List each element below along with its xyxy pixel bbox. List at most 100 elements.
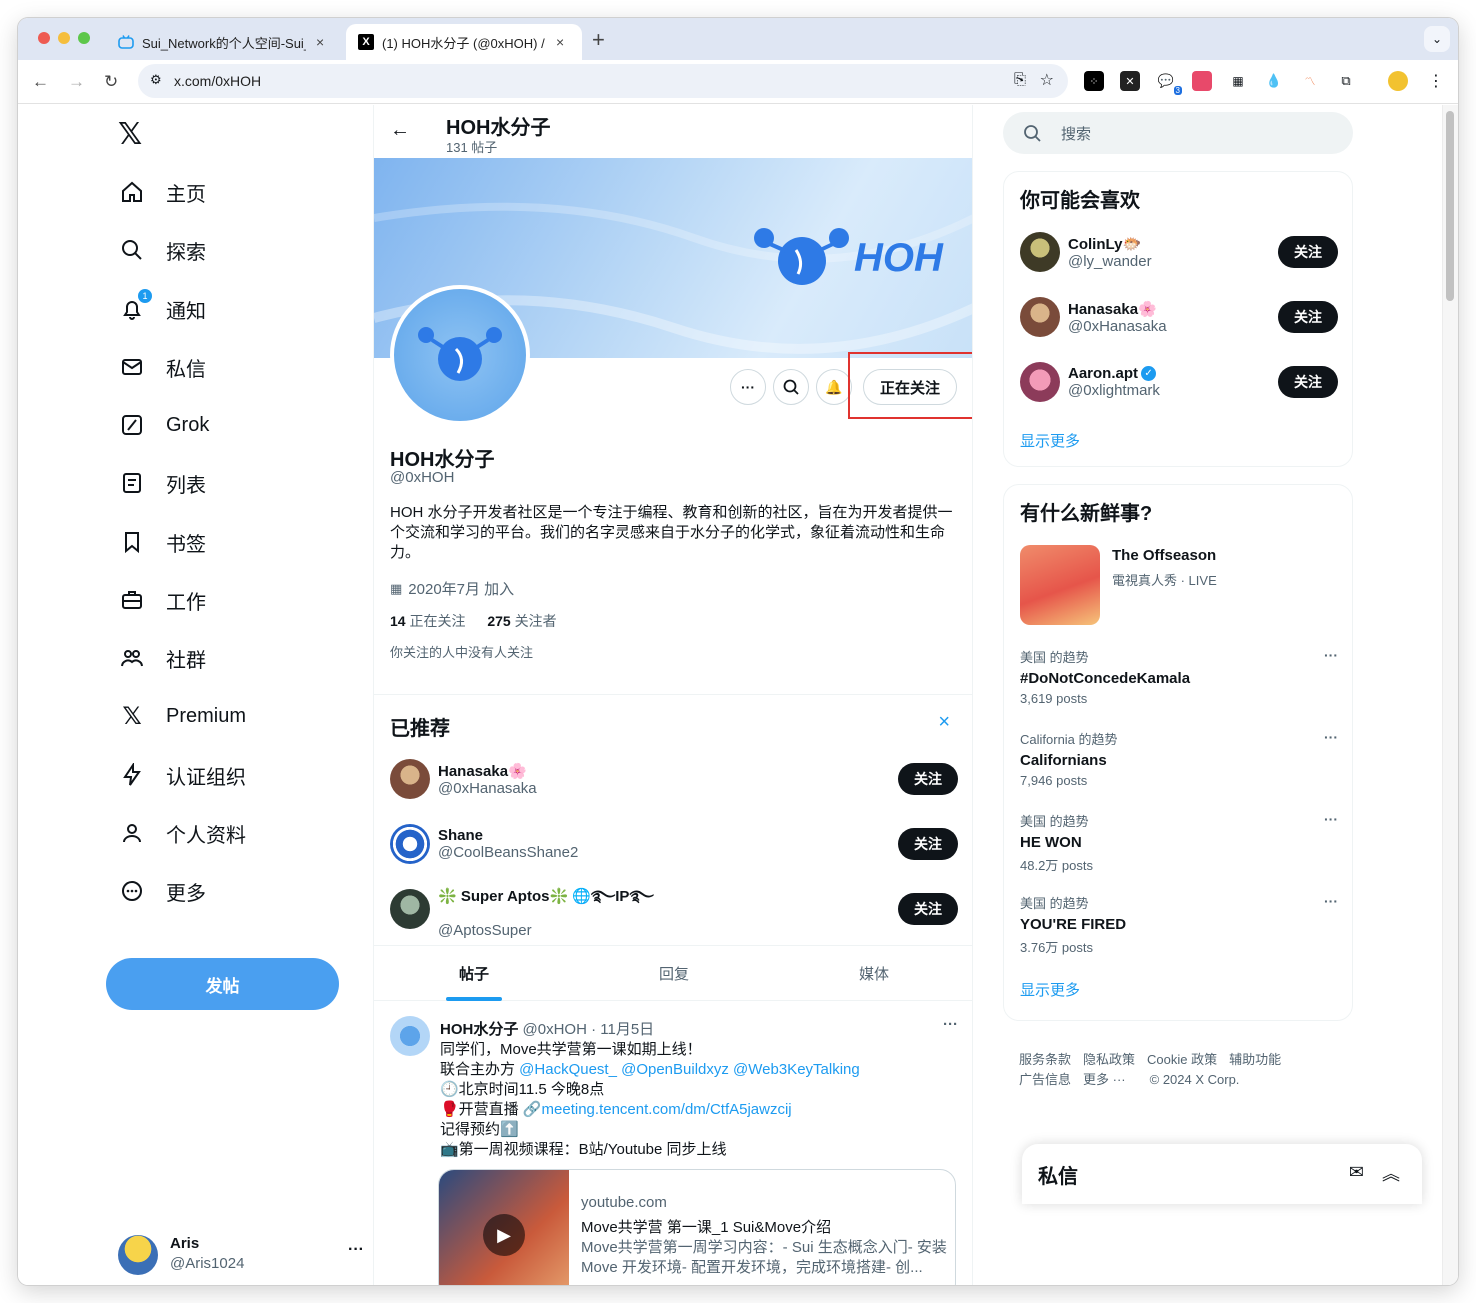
- avatar[interactable]: [390, 889, 430, 929]
- trend-item[interactable]: California 的趋势 Californians 7,946 posts ···: [1020, 729, 1338, 788]
- avatar[interactable]: [390, 824, 430, 864]
- browser-tab-bilibili[interactable]: Sui_Network的个人空间-Sui_N ×: [106, 24, 342, 60]
- trend-item[interactable]: 美国 的趋势 #DoNotConcedeKamala 3,619 posts ···: [1020, 647, 1338, 706]
- extension-m-icon[interactable]: 〽: [1300, 71, 1320, 91]
- tweet-more-icon[interactable]: ···: [943, 1016, 958, 1033]
- nav-item-4[interactable]: Grok: [118, 405, 209, 445]
- nav-item-6[interactable]: 书签: [118, 522, 206, 562]
- expand-drawer-icon[interactable]: ︽: [1382, 1160, 1400, 1186]
- footer-link[interactable]: 更多 ···: [1083, 1072, 1126, 1087]
- follow-button[interactable]: 关注: [898, 828, 958, 860]
- suggested-user[interactable]: Aaron.apt ✓ @0xlightmark 关注: [1020, 358, 1338, 406]
- nav-item-12[interactable]: 更多: [118, 871, 206, 911]
- page-scrollbar-thumb[interactable]: [1446, 111, 1454, 301]
- profile-tab-1[interactable]: 回复: [574, 945, 774, 1001]
- play-icon[interactable]: ▶: [483, 1214, 525, 1256]
- forward-icon[interactable]: →: [68, 72, 85, 92]
- avatar[interactable]: [390, 759, 430, 799]
- recommended-user[interactable]: Shane @CoolBeansShane2 关注: [390, 819, 958, 869]
- address-bar[interactable]: ⚙ x.com/0xHOH ⎘ ☆: [138, 64, 1068, 98]
- trend-item[interactable]: 美国 的趋势 HE WON 48.2万 posts ···: [1020, 811, 1338, 874]
- more-options-button[interactable]: ···: [730, 369, 766, 405]
- new-tab-button[interactable]: +: [592, 27, 605, 53]
- nav-item-9[interactable]: 𝕏 Premium: [118, 696, 246, 736]
- follow-button[interactable]: 关注: [1278, 366, 1338, 398]
- profile-avatar[interactable]: [390, 285, 530, 425]
- trend-more-icon[interactable]: ···: [1324, 729, 1338, 745]
- back-arrow-icon[interactable]: ←: [390, 119, 410, 142]
- back-icon[interactable]: ←: [32, 72, 49, 92]
- trend-more-icon[interactable]: ···: [1324, 893, 1338, 909]
- footer-link[interactable]: 服务条款: [1019, 1052, 1071, 1067]
- account-switcher[interactable]: Aris @Aris1024 ···: [118, 1235, 364, 1279]
- recommended-close-icon[interactable]: ×: [938, 711, 950, 734]
- avatar[interactable]: [1020, 297, 1060, 337]
- nav-item-7[interactable]: 工作: [118, 580, 206, 620]
- nav-item-0[interactable]: 主页: [118, 172, 206, 212]
- install-app-icon[interactable]: ⎘: [1014, 71, 1026, 88]
- footer-link[interactable]: 隐私政策: [1083, 1052, 1135, 1067]
- extension-dice-icon[interactable]: ⁘: [1084, 71, 1104, 91]
- extensions-puzzle-icon[interactable]: ⧉: [1336, 71, 1356, 91]
- mention-links[interactable]: @HackQuest_ @OpenBuildxyz @Web3KeyTalkin…: [519, 1061, 860, 1078]
- profile-tab-2[interactable]: 媒体: [774, 945, 972, 1001]
- bookmark-star-icon[interactable]: ☆: [1040, 70, 1054, 90]
- tab-search-button[interactable]: ⌄: [1424, 26, 1450, 52]
- page-scrollbar-track[interactable]: [1442, 105, 1458, 1285]
- nav-item-2[interactable]: 1 通知: [118, 289, 206, 329]
- browser-menu-icon[interactable]: ⋮: [1426, 71, 1446, 91]
- search-input[interactable]: 搜索: [1003, 112, 1353, 154]
- extension-qr-icon[interactable]: ▦: [1228, 71, 1248, 91]
- nav-item-3[interactable]: 私信: [118, 347, 206, 387]
- meeting-link[interactable]: meeting.tencent.com/dm/CtfA5jawzcij: [542, 1101, 792, 1118]
- nav-item-8[interactable]: 社群: [118, 638, 206, 678]
- show-more-link[interactable]: 显示更多: [1020, 979, 1080, 1000]
- suggested-user[interactable]: Hanasaka🌸 @0xHanasaka 关注: [1020, 293, 1338, 341]
- extension-drop-icon[interactable]: 💧: [1264, 71, 1284, 91]
- follow-button[interactable]: 关注: [1278, 301, 1338, 333]
- close-window-button[interactable]: [38, 32, 50, 44]
- extension-pink-icon[interactable]: [1192, 71, 1212, 91]
- suggested-user[interactable]: ColinLy🐡 @ly_wander 关注: [1020, 228, 1338, 276]
- tweet-avatar[interactable]: [390, 1016, 430, 1056]
- nav-item-5[interactable]: 列表: [118, 463, 206, 503]
- nav-item-11[interactable]: 个人资料: [118, 813, 246, 853]
- show-more-link[interactable]: 显示更多: [1020, 430, 1080, 451]
- nav-item-1[interactable]: 探索: [118, 230, 206, 270]
- follow-button[interactable]: 关注: [1278, 236, 1338, 268]
- trend-more-icon[interactable]: ···: [1324, 811, 1338, 827]
- following-link[interactable]: 14 正在关注: [390, 613, 465, 629]
- follow-button[interactable]: 关注: [898, 763, 958, 795]
- extension-chat-icon[interactable]: 💬 3: [1156, 71, 1182, 95]
- link-card[interactable]: ▶ youtube.com Move共学营 第一课_1 Sui&Move介绍 M…: [438, 1169, 956, 1285]
- nav-item-10[interactable]: 认证组织: [118, 755, 246, 795]
- search-profile-button[interactable]: [773, 369, 809, 405]
- tweet-author-name[interactable]: HOH水分子: [440, 1021, 518, 1038]
- footer-link[interactable]: 辅助功能: [1229, 1052, 1281, 1067]
- new-message-icon[interactable]: ✉: [1349, 1162, 1364, 1183]
- site-info-icon[interactable]: ⚙: [150, 72, 162, 88]
- minimize-window-button[interactable]: [58, 32, 70, 44]
- reload-icon[interactable]: ↻: [104, 72, 118, 92]
- account-more-icon[interactable]: ···: [348, 1241, 364, 1259]
- extension-x-icon[interactable]: ✕: [1120, 71, 1140, 91]
- trend-item[interactable]: 美国 的趋势 YOU'RE FIRED 3.76万 posts ···: [1020, 893, 1338, 956]
- avatar[interactable]: [1020, 362, 1060, 402]
- footer-link[interactable]: Cookie 政策: [1147, 1052, 1217, 1067]
- profile-avatar-icon[interactable]: [1388, 71, 1408, 91]
- post-button[interactable]: 发帖: [106, 958, 339, 1010]
- x-logo-icon[interactable]: 𝕏: [118, 117, 142, 152]
- footer-link[interactable]: 广告信息: [1019, 1072, 1071, 1087]
- notify-button[interactable]: 🔔: [816, 369, 852, 405]
- recommended-user[interactable]: Hanasaka🌸 @0xHanasaka 关注: [390, 754, 958, 804]
- followers-link[interactable]: 275 关注者: [487, 613, 556, 629]
- follow-button[interactable]: 关注: [898, 893, 958, 925]
- maximize-window-button[interactable]: [78, 32, 90, 44]
- featured-trend[interactable]: The Offseason 電視真人秀 · LIVE: [1020, 545, 1338, 625]
- recommended-user[interactable]: ❇️ Super Aptos❇️ 🌐࿐IP࿐ @AptosSuper 关注: [390, 884, 958, 939]
- profile-tab-0[interactable]: 帖子: [374, 945, 574, 1001]
- messages-drawer[interactable]: 私信 ✉ ︽: [1022, 1144, 1422, 1204]
- trend-more-icon[interactable]: ···: [1324, 647, 1338, 663]
- avatar[interactable]: [1020, 232, 1060, 272]
- tab-close-icon[interactable]: ×: [316, 34, 324, 50]
